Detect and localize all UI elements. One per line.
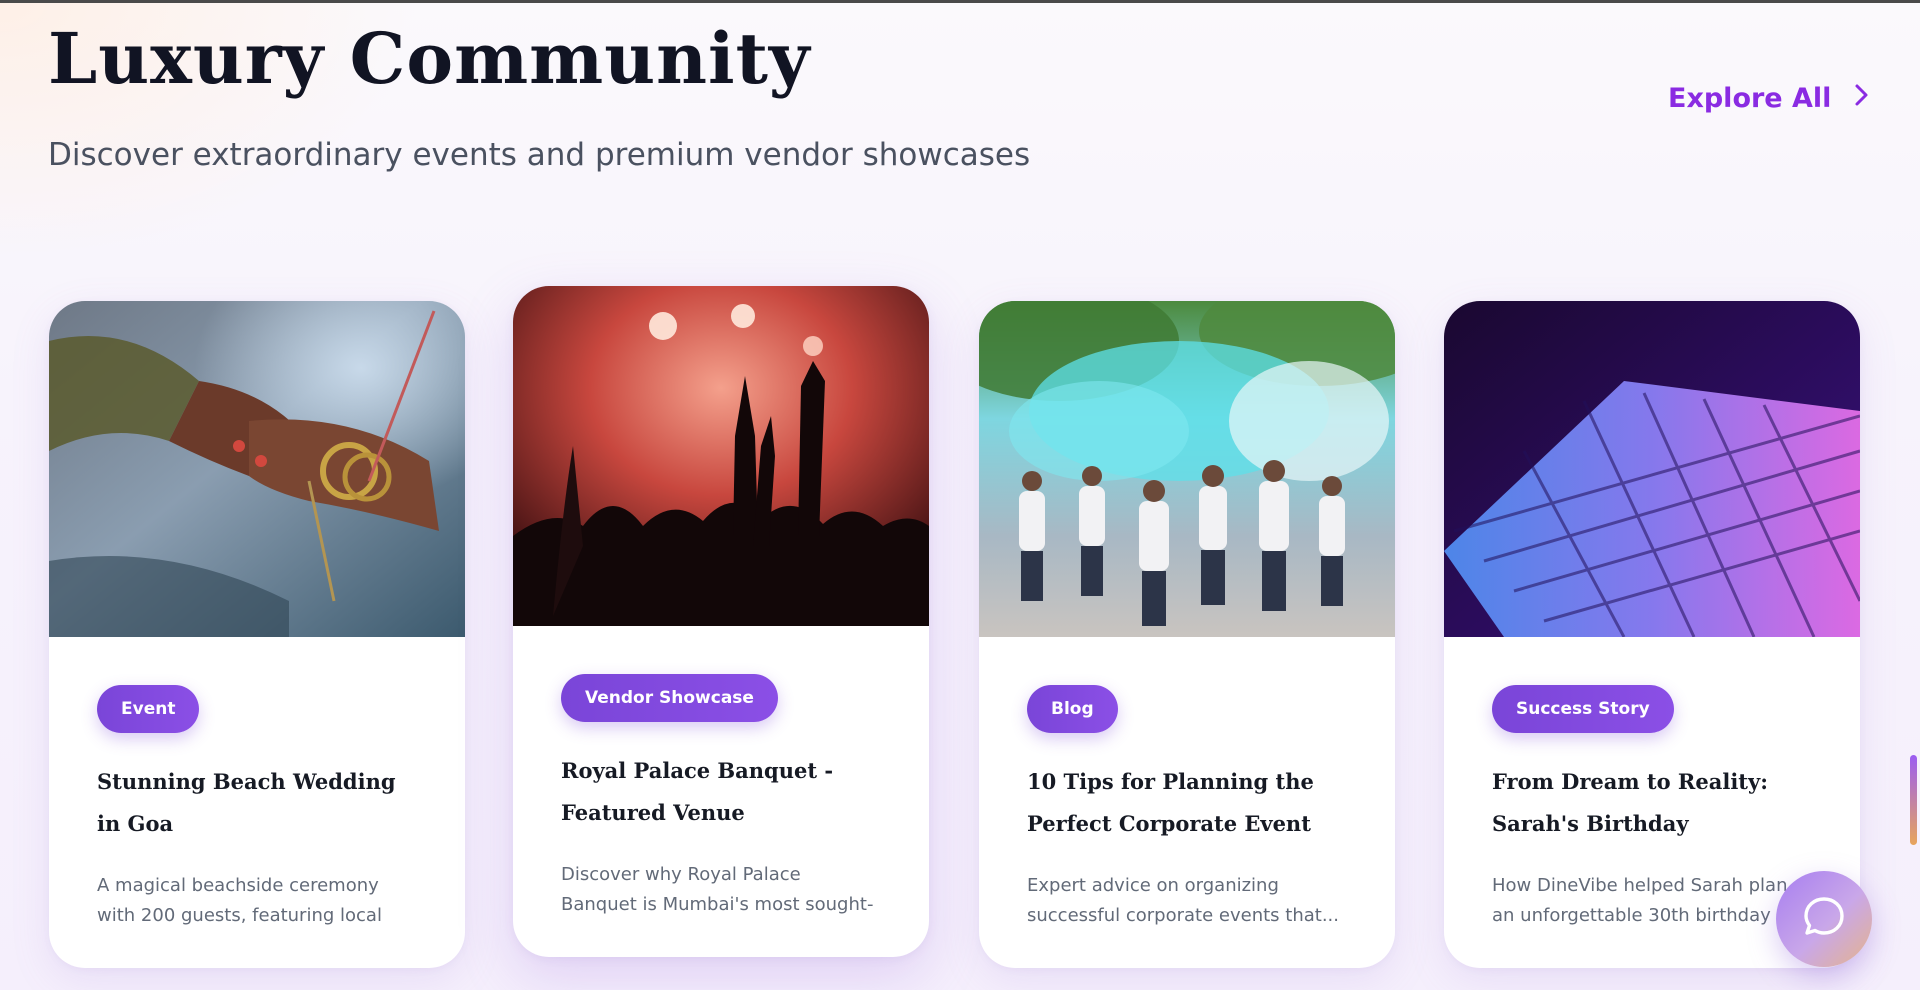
- card-title: 10 Tips for Planning the Perfect Corpora…: [1027, 769, 1314, 836]
- community-card-event[interactable]: Event Stunning Beach Wedding in Goa A ma…: [49, 301, 465, 968]
- community-card-vendor-showcase[interactable]: Vendor Showcase Royal Palace Banquet - F…: [513, 286, 929, 957]
- community-card-blog[interactable]: Blog 10 Tips for Planning the Perfect Co…: [979, 301, 1395, 968]
- card-image-wedding: [49, 301, 465, 637]
- card-image-holi: [979, 301, 1395, 637]
- scroll-indicator[interactable]: [1910, 755, 1917, 845]
- category-badge: Event: [97, 685, 200, 733]
- category-badge: Success Story: [1492, 685, 1674, 733]
- category-badge: Vendor Showcase: [561, 674, 778, 722]
- card-title: Stunning Beach Wedding in Goa: [97, 769, 396, 836]
- community-card-success-story[interactable]: Success Story From Dream to Reality: Sar…: [1444, 301, 1860, 968]
- chat-bubble-icon: [1799, 892, 1849, 947]
- page-title: Luxury Community: [48, 17, 811, 100]
- explore-all-label: Explore All: [1668, 83, 1832, 114]
- card-description: A magical beachside ceremony with 200 gu…: [97, 875, 382, 926]
- explore-all-link[interactable]: Explore All: [1668, 83, 1873, 114]
- card-image-keyboard: [1444, 301, 1860, 637]
- card-description: Expert advice on organizing successful c…: [1027, 875, 1339, 926]
- chat-button[interactable]: [1776, 871, 1872, 967]
- card-title: From Dream to Reality: Sarah's Birthday …: [1492, 769, 1768, 836]
- chevron-right-icon: [1849, 83, 1873, 114]
- page-subtitle: Discover extraordinary events and premiu…: [48, 137, 1031, 173]
- card-image-concert: [513, 286, 929, 626]
- card-description: Discover why Royal Palace Banquet is Mum…: [561, 864, 874, 915]
- category-badge: Blog: [1027, 685, 1118, 733]
- card-title: Royal Palace Banquet - Featured Venue: [561, 758, 834, 825]
- card-description: How DineVibe helped Sarah plan an unforg…: [1492, 875, 1788, 926]
